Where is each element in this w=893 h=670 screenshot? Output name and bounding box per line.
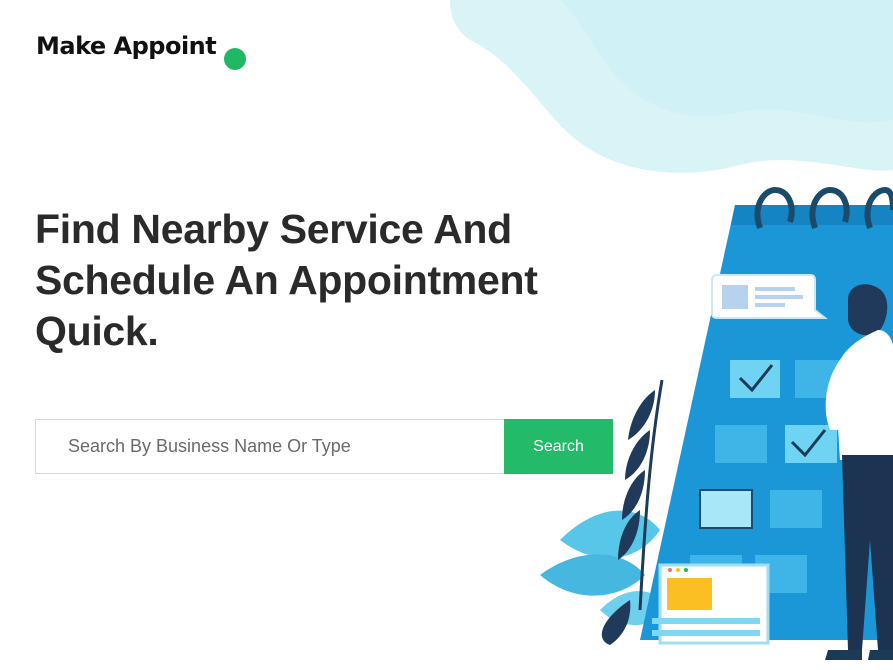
headline-line-2: Schedule An Appointment bbox=[35, 257, 538, 303]
brand-logo[interactable]: Make Appoint bbox=[36, 32, 217, 60]
headline-line-3: Quick. bbox=[35, 308, 159, 354]
headline-line-1: Find Nearby Service And bbox=[35, 206, 512, 252]
calendar-illustration bbox=[540, 186, 893, 660]
hero-headline: Find Nearby Service And Schedule An Appo… bbox=[35, 204, 555, 357]
brand-dot-icon bbox=[224, 48, 246, 70]
search-input[interactable] bbox=[35, 419, 504, 474]
